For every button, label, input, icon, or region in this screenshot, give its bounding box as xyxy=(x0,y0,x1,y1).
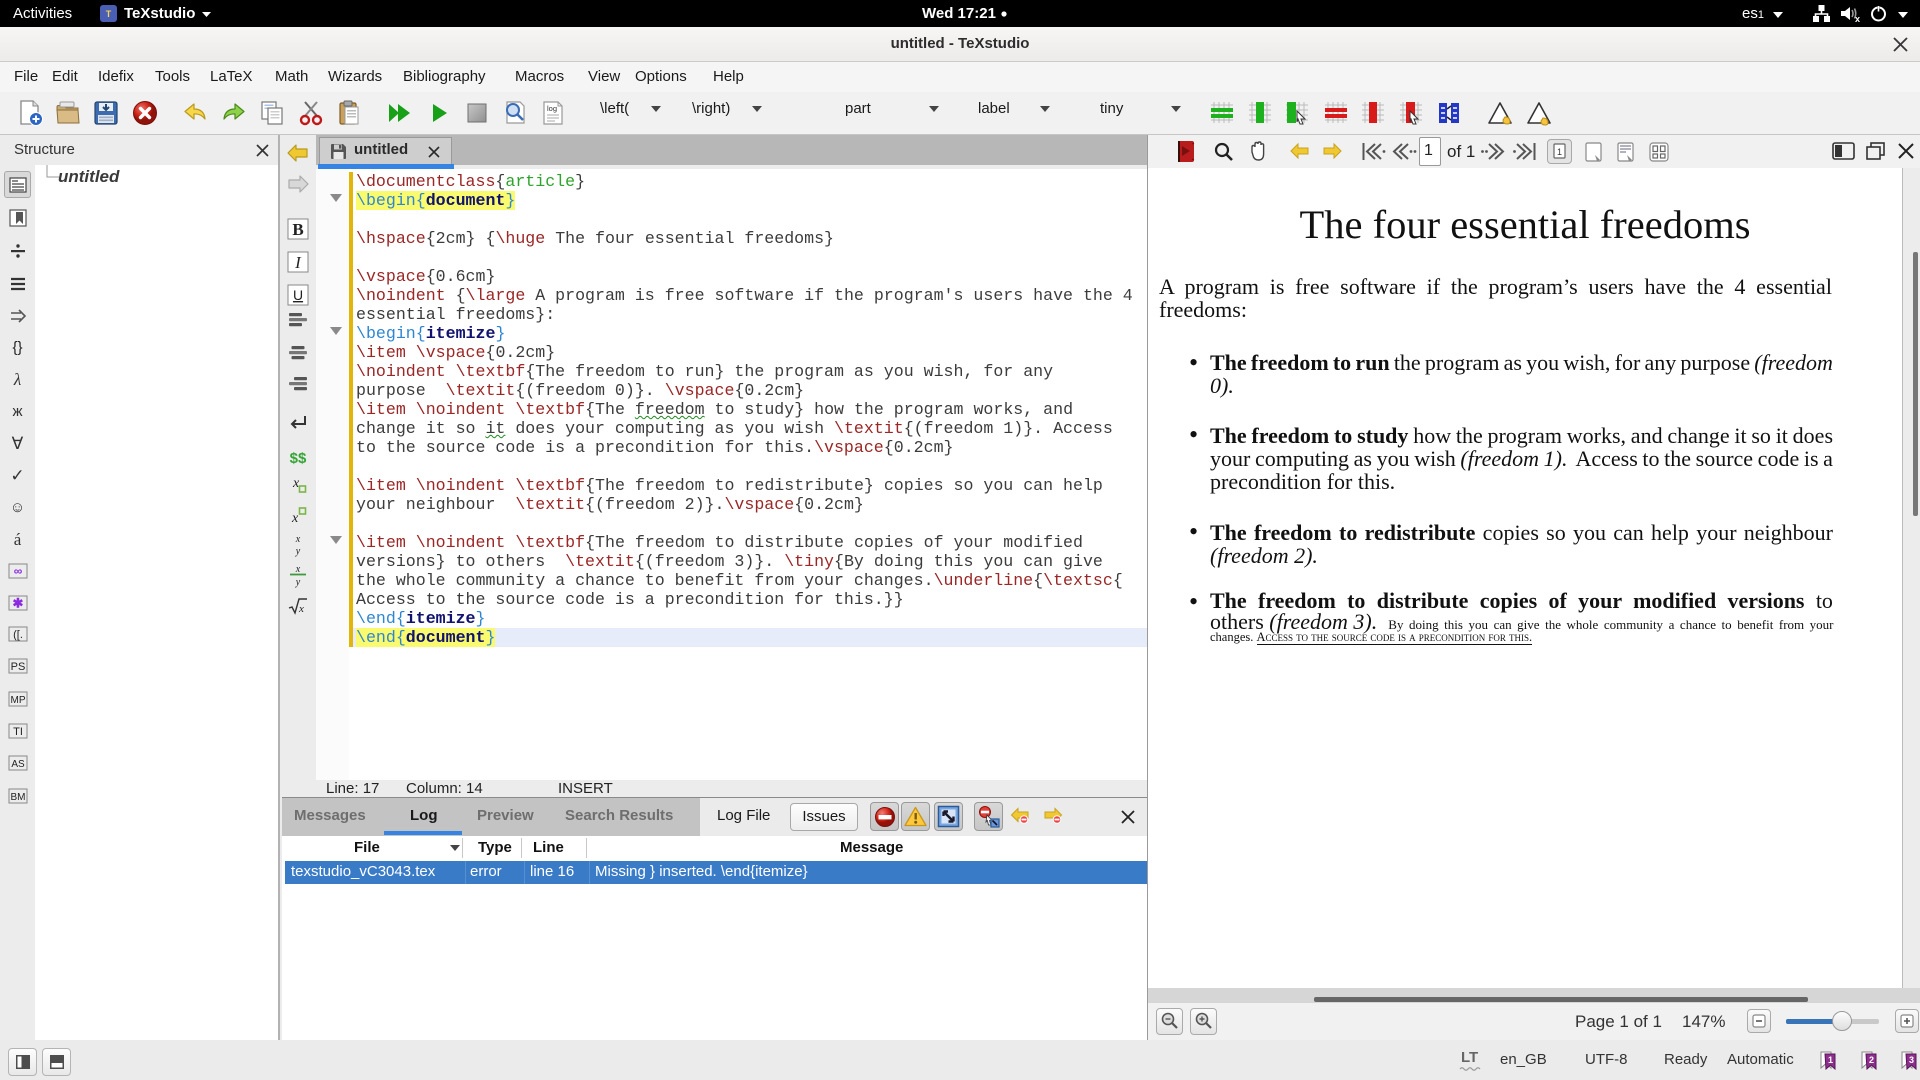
svg-text:3: 3 xyxy=(1909,1055,1914,1065)
svg-text:AS: AS xyxy=(11,759,25,770)
svg-text:2: 2 xyxy=(1869,1055,1874,1065)
svg-text:✱: ✱ xyxy=(12,595,23,610)
svg-text:∞: ∞ xyxy=(13,564,22,578)
svg-text:x: x xyxy=(295,534,301,545)
svg-text:TI: TI xyxy=(13,726,23,738)
svg-text:x: x xyxy=(1855,14,1860,23)
svg-text:1: 1 xyxy=(1557,147,1562,157)
svg-text:B: B xyxy=(292,220,303,239)
svg-text:PS: PS xyxy=(10,661,25,673)
svg-text:1: 1 xyxy=(1828,1055,1833,1065)
svg-text:T: T xyxy=(106,9,112,19)
svg-text:log: log xyxy=(547,104,557,113)
svg-text:y: y xyxy=(295,577,301,588)
svg-text:MP: MP xyxy=(10,695,25,706)
svg-text:$$: $$ xyxy=(290,450,307,467)
svg-text:x: x xyxy=(291,511,299,526)
svg-text:x: x xyxy=(295,564,301,575)
svg-text:x: x xyxy=(298,603,304,615)
svg-text:BM: BM xyxy=(10,792,25,803)
svg-text:([.: ([. xyxy=(13,629,23,641)
svg-text:y: y xyxy=(295,546,301,557)
svg-text:U: U xyxy=(293,287,303,303)
